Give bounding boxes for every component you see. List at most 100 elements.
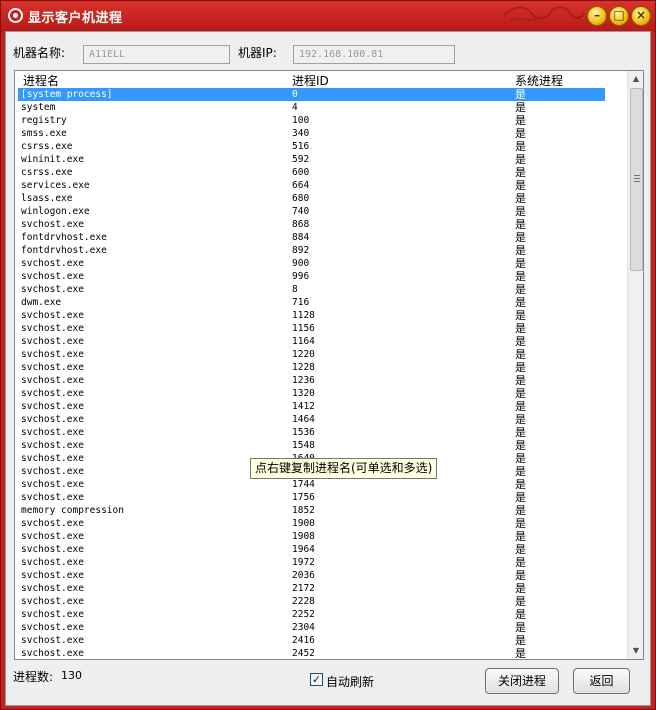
process-name-cell: registry: [21, 115, 67, 126]
system-process-cell: 是: [515, 647, 526, 660]
column-header-system[interactable]: 系统进程: [515, 72, 563, 89]
table-row[interactable]: svchost.exe 2252 是: [15, 608, 627, 621]
table-row[interactable]: svchost.exe 1228 是: [15, 361, 627, 374]
table-row[interactable]: svchost.exe 1964 是: [15, 543, 627, 556]
table-row[interactable]: svchost.exe 1320 是: [15, 387, 627, 400]
process-name-cell: [system process]: [21, 89, 113, 100]
table-row[interactable]: [system process] 0 是: [15, 88, 627, 101]
table-row[interactable]: svchost.exe 2172 是: [15, 582, 627, 595]
process-id-cell: 600: [292, 167, 310, 178]
table-row[interactable]: dwm.exe 716 是: [15, 296, 627, 309]
table-row[interactable]: svchost.exe 1536 是: [15, 426, 627, 439]
table-row[interactable]: lsass.exe 680 是: [15, 192, 627, 205]
process-count-label: 进程数:: [13, 670, 54, 684]
table-row[interactable]: csrss.exe 600 是: [15, 166, 627, 179]
table-row[interactable]: fontdrvhost.exe 884 是: [15, 231, 627, 244]
table-row[interactable]: svchost.exe 1412 是: [15, 400, 627, 413]
table-row[interactable]: svchost.exe 900 是: [15, 257, 627, 270]
process-id-cell: 2252: [292, 609, 315, 620]
process-id-cell: 740: [292, 206, 310, 217]
system-process-cell: 是: [515, 244, 526, 257]
back-button[interactable]: 返回: [573, 668, 630, 694]
system-process-cell: 是: [515, 556, 526, 569]
process-window: 显示客户机进程 – □ × 机器名称: A11ELL 机器IP: 192.168…: [0, 0, 656, 710]
process-id-cell: 1852: [292, 505, 315, 516]
process-id-cell: 2228: [292, 596, 315, 607]
table-row[interactable]: svchost.exe 1236 是: [15, 374, 627, 387]
table-row[interactable]: system 4 是: [15, 101, 627, 114]
close-button[interactable]: ×: [631, 6, 651, 26]
table-row[interactable]: fontdrvhost.exe 892 是: [15, 244, 627, 257]
system-process-cell: 是: [515, 257, 526, 270]
table-row[interactable]: svchost.exe 1972 是: [15, 556, 627, 569]
process-name-cell: svchost.exe: [21, 362, 84, 373]
table-row[interactable]: svchost.exe 2452 是: [15, 647, 627, 660]
table-row[interactable]: svchost.exe 996 是: [15, 270, 627, 283]
table-row[interactable]: memory compression 1852 是: [15, 504, 627, 517]
process-id-cell: 1536: [292, 427, 315, 438]
table-row[interactable]: csrss.exe 516 是: [15, 140, 627, 153]
table-row[interactable]: services.exe 664 是: [15, 179, 627, 192]
table-row[interactable]: svchost.exe 1756 是: [15, 491, 627, 504]
system-process-cell: 是: [515, 335, 526, 348]
table-row[interactable]: wininit.exe 592 是: [15, 153, 627, 166]
machine-name-field[interactable]: A11ELL: [83, 45, 230, 64]
title-bar[interactable]: 显示客户机进程 – □ ×: [1, 1, 655, 31]
table-row[interactable]: svchost.exe 1128 是: [15, 309, 627, 322]
system-process-cell: 是: [515, 582, 526, 595]
system-process-cell: 是: [515, 309, 526, 322]
table-row[interactable]: svchost.exe 8 是: [15, 283, 627, 296]
scroll-up-icon[interactable]: ▲: [628, 71, 643, 87]
table-row[interactable]: svchost.exe 868 是: [15, 218, 627, 231]
system-process-cell: 是: [515, 504, 526, 517]
process-id-cell: 4: [292, 102, 298, 113]
system-process-cell: 是: [515, 530, 526, 543]
process-name-cell: smss.exe: [21, 128, 67, 139]
column-header-name[interactable]: 进程名: [23, 72, 59, 89]
process-id-cell: 996: [292, 271, 310, 282]
process-name-cell: system: [21, 102, 56, 113]
table-row[interactable]: svchost.exe 1156 是: [15, 322, 627, 335]
process-name-cell: svchost.exe: [21, 453, 84, 464]
table-row[interactable]: smss.exe 340 是: [15, 127, 627, 140]
system-process-cell: 是: [515, 465, 526, 478]
table-row[interactable]: svchost.exe 1908 是: [15, 530, 627, 543]
process-id-cell: 2452: [292, 648, 315, 659]
system-process-cell: 是: [515, 400, 526, 413]
machine-ip-field[interactable]: 192.168.100.81: [293, 45, 455, 64]
close-process-button[interactable]: 关闭进程: [485, 668, 559, 694]
system-process-cell: 是: [515, 296, 526, 309]
system-process-cell: 是: [515, 192, 526, 205]
auto-refresh-label[interactable]: 自动刷新: [326, 673, 374, 690]
table-row[interactable]: svchost.exe 1164 是: [15, 335, 627, 348]
table-row[interactable]: svchost.exe 1900 是: [15, 517, 627, 530]
table-row[interactable]: svchost.exe 2416 是: [15, 634, 627, 647]
process-name-cell: svchost.exe: [21, 479, 84, 490]
table-row[interactable]: svchost.exe 2304 是: [15, 621, 627, 634]
system-process-cell: 是: [515, 348, 526, 361]
system-process-cell: 是: [515, 283, 526, 296]
vertical-scrollbar[interactable]: ▲ ▼: [627, 71, 643, 659]
table-row[interactable]: registry 100 是: [15, 114, 627, 127]
process-id-cell: 592: [292, 154, 310, 165]
table-row[interactable]: svchost.exe 2228 是: [15, 595, 627, 608]
maximize-button[interactable]: □: [609, 6, 629, 26]
process-list[interactable]: 进程名 进程ID 系统进程 [system process] 0 是 system 4 是…: [14, 70, 644, 660]
process-name-cell: svchost.exe: [21, 414, 84, 425]
table-row[interactable]: svchost.exe 1464 是: [15, 413, 627, 426]
minimize-button[interactable]: –: [587, 6, 607, 26]
system-process-cell: 是: [515, 621, 526, 634]
process-name-cell: svchost.exe: [21, 570, 84, 581]
table-row[interactable]: winlogon.exe 740 是: [15, 205, 627, 218]
system-process-cell: 是: [515, 153, 526, 166]
table-row[interactable]: svchost.exe 1220 是: [15, 348, 627, 361]
process-id-cell: 2304: [292, 622, 315, 633]
client-area: 机器名称: A11ELL 机器IP: 192.168.100.81 进程名 进程…: [5, 31, 651, 706]
table-row[interactable]: svchost.exe 2036 是: [15, 569, 627, 582]
column-header-pid[interactable]: 进程ID: [292, 72, 329, 89]
table-row[interactable]: svchost.exe 1548 是: [15, 439, 627, 452]
scroll-down-icon[interactable]: ▼: [628, 643, 643, 659]
scroll-thumb[interactable]: [630, 88, 643, 271]
auto-refresh-checkbox[interactable]: ✓: [310, 673, 323, 686]
table-row[interactable]: svchost.exe 1744 是: [15, 478, 627, 491]
